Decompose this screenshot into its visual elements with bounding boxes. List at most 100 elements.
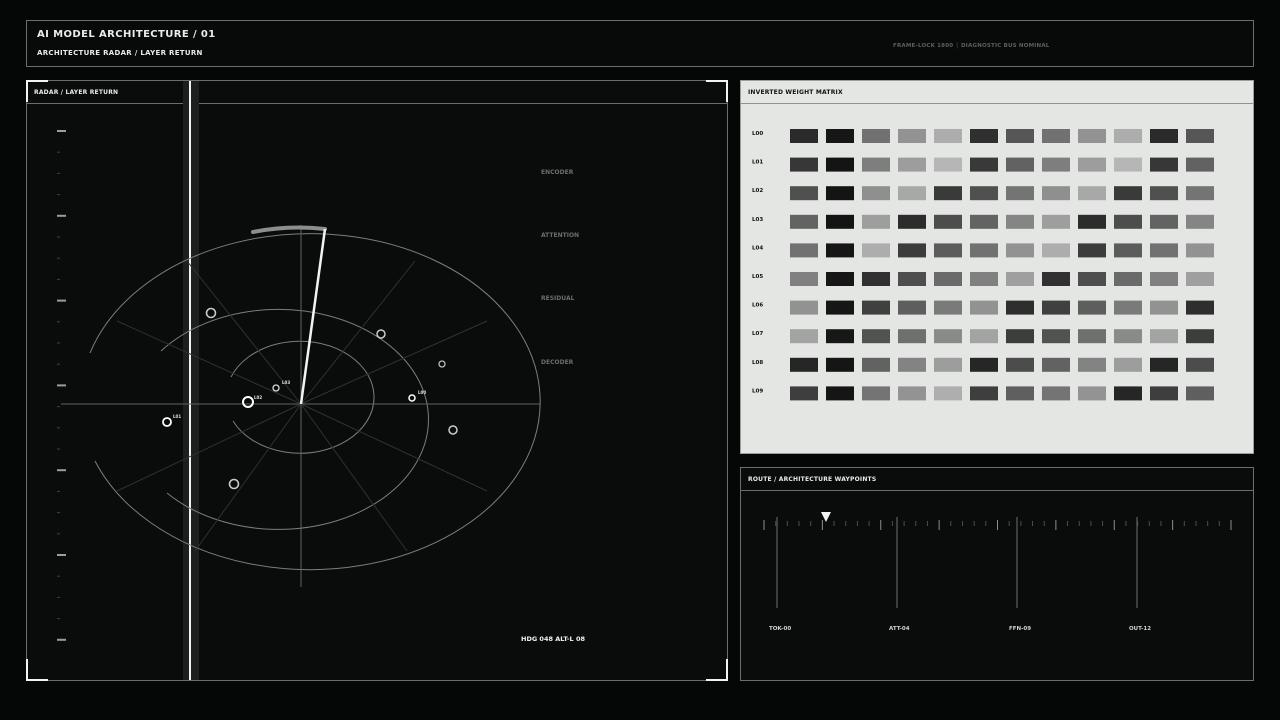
matrix-cell[interactable] <box>1006 357 1034 372</box>
matrix-cell[interactable] <box>1006 329 1034 344</box>
matrix-cell[interactable] <box>1006 386 1034 401</box>
matrix-cell[interactable] <box>1078 329 1106 344</box>
matrix-cell[interactable] <box>1114 243 1142 258</box>
matrix-cell[interactable] <box>790 329 818 344</box>
matrix-cell[interactable] <box>934 243 962 258</box>
matrix-cell[interactable] <box>1186 272 1214 286</box>
matrix-cell[interactable] <box>1150 386 1178 401</box>
waypoint-label[interactable]: OUT-12 <box>1129 626 1151 632</box>
matrix-cell[interactable] <box>1186 329 1214 344</box>
matrix-cell[interactable] <box>1078 357 1106 372</box>
scan-line[interactable] <box>189 81 191 680</box>
matrix-cell[interactable] <box>1150 186 1178 201</box>
matrix-cell[interactable] <box>970 300 998 315</box>
matrix-cell[interactable] <box>826 386 854 401</box>
matrix-cell[interactable] <box>898 214 926 229</box>
matrix-cell[interactable] <box>934 357 962 372</box>
matrix-cell[interactable] <box>1186 214 1214 229</box>
matrix-cell[interactable] <box>1042 386 1070 401</box>
matrix-cell[interactable] <box>790 186 818 201</box>
matrix-cell[interactable] <box>826 300 854 315</box>
matrix-cell[interactable] <box>826 157 854 172</box>
matrix-cell[interactable] <box>1114 157 1142 172</box>
matrix-cell[interactable] <box>790 214 818 229</box>
matrix-cell[interactable] <box>970 214 998 229</box>
matrix-cell[interactable] <box>1006 214 1034 229</box>
matrix-cell[interactable] <box>934 129 962 143</box>
matrix-cell[interactable] <box>1150 272 1178 286</box>
matrix-cell[interactable] <box>1042 329 1070 344</box>
matrix-cell[interactable] <box>898 329 926 344</box>
matrix-cell[interactable] <box>1006 243 1034 258</box>
matrix-cell[interactable] <box>1186 357 1214 372</box>
matrix-cell[interactable] <box>826 186 854 201</box>
matrix-cell[interactable] <box>1114 357 1142 372</box>
matrix-cell[interactable] <box>1150 357 1178 372</box>
matrix-cell[interactable] <box>862 243 890 258</box>
matrix-cell[interactable] <box>898 129 926 143</box>
matrix-cell[interactable] <box>1006 300 1034 315</box>
matrix-cell[interactable] <box>970 329 998 344</box>
matrix-cell[interactable] <box>862 272 890 286</box>
matrix-cell[interactable] <box>790 157 818 172</box>
waypoint-label[interactable]: FFN-09 <box>1009 626 1031 632</box>
matrix-cell[interactable] <box>1150 214 1178 229</box>
matrix-cell[interactable] <box>898 300 926 315</box>
matrix-cell[interactable] <box>1006 129 1034 143</box>
matrix-cell[interactable] <box>1078 386 1106 401</box>
matrix-cell[interactable] <box>898 357 926 372</box>
radar-blip[interactable] <box>438 360 446 368</box>
radar-blip-l03[interactable] <box>272 384 280 392</box>
matrix-cell[interactable] <box>898 157 926 172</box>
matrix-cell[interactable] <box>1078 214 1106 229</box>
radar-blip[interactable] <box>228 478 240 490</box>
matrix-cell[interactable] <box>1150 300 1178 315</box>
matrix-cell[interactable] <box>1150 243 1178 258</box>
matrix-cell[interactable] <box>826 329 854 344</box>
matrix-cell[interactable] <box>898 272 926 286</box>
matrix-cell[interactable] <box>1186 243 1214 258</box>
matrix-cell[interactable] <box>1006 157 1034 172</box>
matrix-cell[interactable] <box>862 214 890 229</box>
matrix-cell[interactable] <box>934 186 962 201</box>
radar-blip-l02[interactable] <box>242 396 254 408</box>
matrix-cell[interactable] <box>1078 243 1106 258</box>
matrix-cell[interactable] <box>826 243 854 258</box>
matrix-cell[interactable] <box>790 357 818 372</box>
matrix-cell[interactable] <box>862 186 890 201</box>
matrix-cell[interactable] <box>1186 157 1214 172</box>
matrix-cell[interactable] <box>934 300 962 315</box>
matrix-cell[interactable] <box>1006 272 1034 286</box>
matrix-cell[interactable] <box>970 157 998 172</box>
matrix-cell[interactable] <box>970 357 998 372</box>
matrix-cell[interactable] <box>790 386 818 401</box>
matrix-cell[interactable] <box>862 386 890 401</box>
radar-blip[interactable] <box>448 425 458 435</box>
matrix-cell[interactable] <box>1114 329 1142 344</box>
matrix-cell[interactable] <box>934 157 962 172</box>
matrix-cell[interactable] <box>1042 129 1070 143</box>
matrix-cell[interactable] <box>898 186 926 201</box>
matrix-cell[interactable] <box>1042 357 1070 372</box>
matrix-cell[interactable] <box>970 272 998 286</box>
matrix-cell[interactable] <box>1078 157 1106 172</box>
radar-blip[interactable] <box>205 307 217 319</box>
matrix-cell[interactable] <box>1186 129 1214 143</box>
matrix-cell[interactable] <box>934 386 962 401</box>
matrix-cell[interactable] <box>826 272 854 286</box>
matrix-cell[interactable] <box>862 357 890 372</box>
matrix-cell[interactable] <box>970 129 998 143</box>
matrix-cell[interactable] <box>1114 272 1142 286</box>
radar-blip-l00[interactable] <box>408 394 416 402</box>
matrix-cell[interactable] <box>1186 386 1214 401</box>
matrix-cell[interactable] <box>934 214 962 229</box>
matrix-cell[interactable] <box>790 129 818 143</box>
matrix-cell[interactable] <box>1114 186 1142 201</box>
matrix-cell[interactable] <box>1114 129 1142 143</box>
matrix-cell[interactable] <box>1186 300 1214 315</box>
matrix-cell[interactable] <box>1078 186 1106 201</box>
matrix-cell[interactable] <box>1150 129 1178 143</box>
matrix-cell[interactable] <box>898 243 926 258</box>
matrix-cell[interactable] <box>1114 214 1142 229</box>
matrix-cell[interactable] <box>1114 300 1142 315</box>
